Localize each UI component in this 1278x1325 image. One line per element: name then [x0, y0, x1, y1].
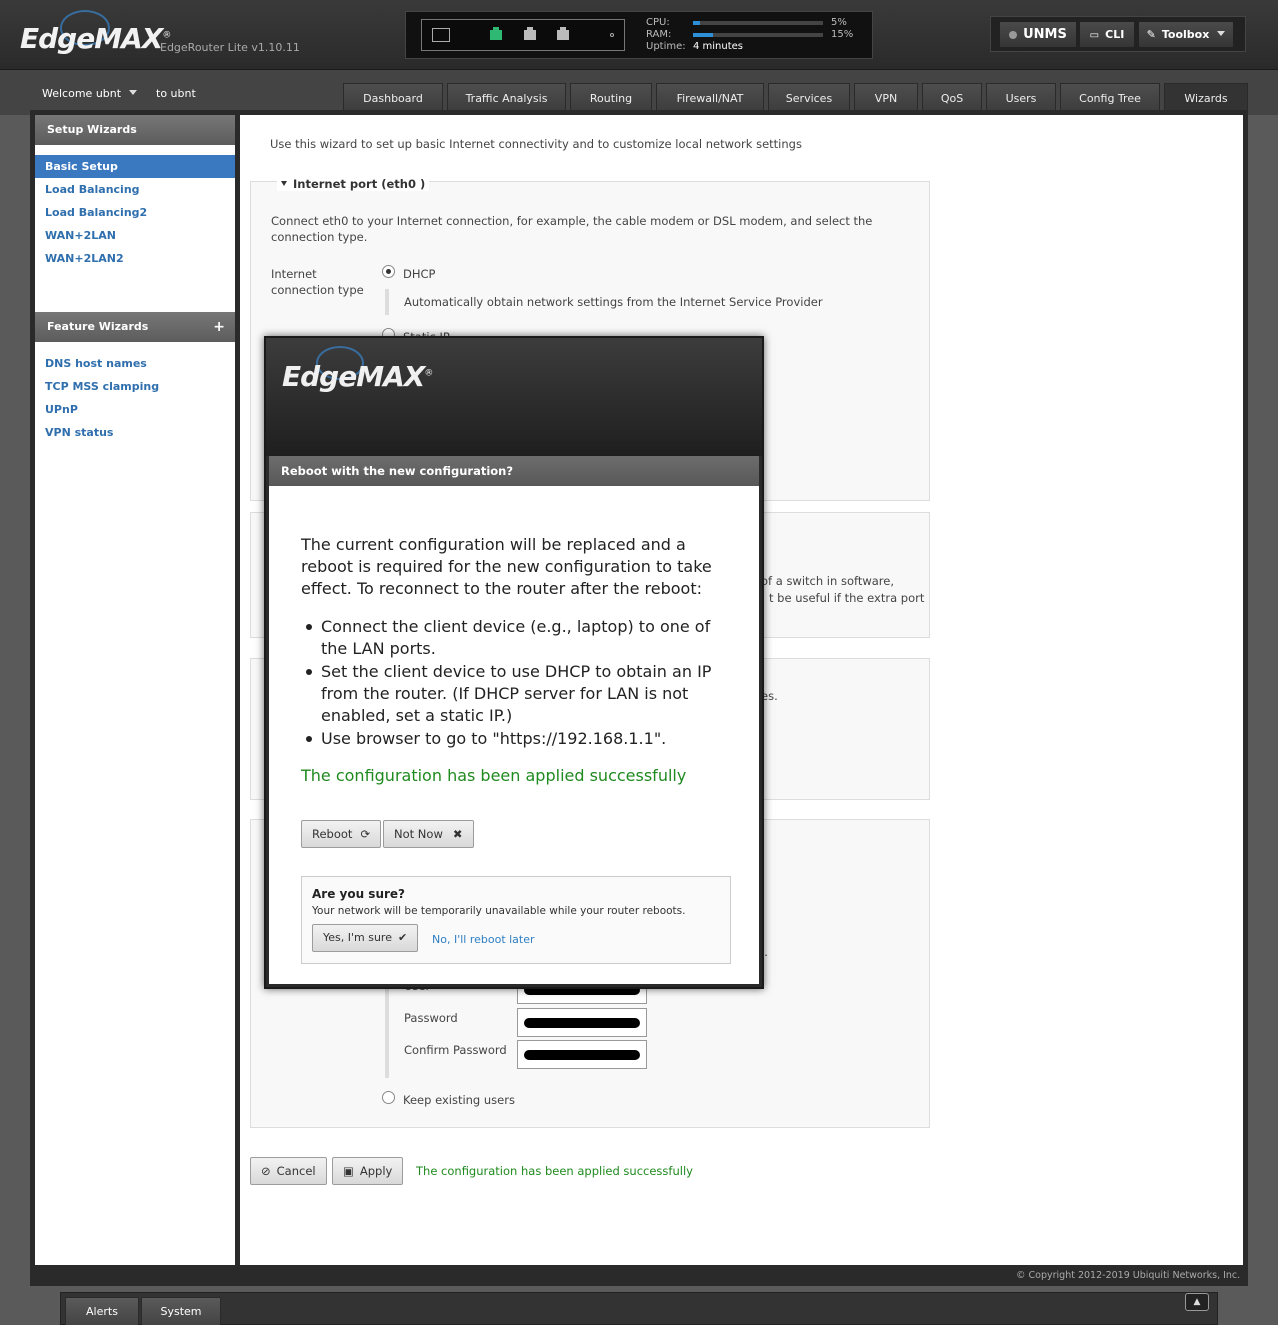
- unms-button[interactable]: UNMS: [999, 21, 1077, 48]
- sidebar-item-wan-2lan2[interactable]: WAN+2LAN2: [35, 247, 235, 270]
- save-icon: ▣: [343, 1164, 354, 1178]
- cpu-percent: 5%: [831, 17, 847, 28]
- cpu-bar-fill: [693, 21, 700, 25]
- wizard-intro: Use this wizard to set up basic Internet…: [270, 137, 802, 151]
- confirm-subtitle: Your network will be temporarily unavail…: [312, 905, 686, 917]
- sidebar-item-dns-host-names[interactable]: DNS host names: [35, 352, 235, 375]
- redacted-value: [524, 1050, 640, 1060]
- sidebar-item-basic-setup[interactable]: Basic Setup: [35, 155, 235, 178]
- alerts-tab[interactable]: Alerts: [65, 1297, 139, 1325]
- dhcp-radio[interactable]: [382, 265, 395, 278]
- plus-icon[interactable]: +: [213, 312, 225, 342]
- confirm-box: Are you sure? Your network will be tempo…: [301, 876, 731, 964]
- cpu-label: CPU:: [646, 17, 670, 28]
- sidebar-item-upnp[interactable]: UPnP: [35, 398, 235, 421]
- internet-port-description: Connect eth0 to your Internet connection…: [271, 214, 873, 244]
- reconnect-steps: Connect the client device (e.g., laptop)…: [301, 616, 741, 751]
- chevron-down-icon: [129, 90, 138, 95]
- sidebar-item-load-balancing[interactable]: Load Balancing: [35, 178, 235, 201]
- ram-label: RAM:: [646, 29, 672, 40]
- copyright: © Copyright 2012-2019 Ubiquiti Networks,…: [1016, 1270, 1241, 1281]
- modal-logo: EdgeMAX®: [282, 360, 433, 393]
- list-item: Set the client device to use DHCP to obt…: [301, 661, 741, 727]
- password-field[interactable]: [517, 1008, 647, 1037]
- console-port-icon[interactable]: [432, 28, 450, 42]
- terminal-icon: ▭: [1089, 30, 1100, 41]
- close-icon: ✖: [452, 827, 463, 841]
- welcome-menu[interactable]: Welcome ubnt: [42, 87, 138, 100]
- eth2-port-icon[interactable]: [557, 27, 569, 40]
- cli-button[interactable]: ▭ CLI: [1079, 21, 1135, 48]
- ram-bar: [693, 33, 823, 37]
- list-item: Use browser to go to "https://192.168.1.…: [301, 728, 741, 750]
- switch-text-line1: of a switch in software,: [761, 574, 894, 588]
- uptime-label: Uptime:: [646, 41, 686, 52]
- modal-paragraph: The current configuration will be replac…: [301, 535, 712, 598]
- confirm-password-field[interactable]: [517, 1040, 647, 1069]
- refresh-icon: ⟳: [360, 827, 371, 841]
- unms-status-icon: [1009, 31, 1018, 39]
- feature-wizards-header: Feature Wizards +: [35, 312, 235, 342]
- dhcp-detail-bar: [385, 289, 389, 315]
- reset-icon: [610, 33, 614, 37]
- system-status-panel: CPU: 5% RAM: 15% Uptime: 4 minutes: [405, 11, 873, 59]
- confirm-password-label: Confirm Password: [404, 1043, 507, 1057]
- chevron-down-icon: [1217, 31, 1226, 36]
- ports-graphic: [421, 19, 625, 51]
- edgemax-logo[interactable]: EdgeMAX®: [20, 22, 171, 55]
- reboot-button[interactable]: Reboot ⟳: [301, 820, 382, 848]
- system-tab[interactable]: System: [141, 1297, 221, 1325]
- wizard-status: The configuration has been applied succe…: [416, 1164, 693, 1178]
- switch-text-line2: t be useful if the extra port: [769, 591, 925, 605]
- internet-port-legend[interactable]: Internet port (eth0 ): [277, 177, 430, 191]
- dhcp-description: Automatically obtain network settings fr…: [404, 295, 823, 309]
- cancel-icon: ⊘: [261, 1164, 271, 1178]
- redacted-value: [524, 1018, 640, 1028]
- keep-users-radio[interactable]: [382, 1091, 395, 1104]
- modal-body: The current configuration will be replac…: [269, 486, 759, 984]
- confirm-title: Are you sure?: [312, 887, 406, 901]
- wrench-icon: ✎: [1146, 28, 1156, 41]
- model-version: EdgeRouter Lite v1.10.11: [160, 41, 300, 54]
- eth1-port-icon[interactable]: [524, 27, 536, 40]
- sidebar-item-load-balancing2[interactable]: Load Balancing2: [35, 201, 235, 224]
- eth0-port-icon[interactable]: [490, 27, 502, 40]
- cpu-bar: [693, 21, 823, 25]
- dhcp-label: DHCP: [403, 267, 436, 281]
- modal-title: Reboot with the new configuration?: [269, 456, 759, 486]
- setup-wizards-header: Setup Wizards: [35, 115, 235, 145]
- reboot-dialog: EdgeMAX® Reboot with the new configurati…: [264, 336, 764, 989]
- tools-bar: UNMS ▭ CLI ✎ Toolbox: [990, 16, 1246, 52]
- sidebar-item-wan-2lan[interactable]: WAN+2LAN: [35, 224, 235, 247]
- connection-type-label: Internet connection type: [271, 267, 364, 297]
- sidebar-item-vpn-status[interactable]: VPN status: [35, 421, 235, 444]
- modal-header: EdgeMAX®: [266, 338, 762, 456]
- uptime-value: 4 minutes: [693, 41, 744, 52]
- list-item: Connect the client device (e.g., laptop)…: [301, 616, 741, 660]
- modal-status: The configuration has been applied succe…: [301, 766, 687, 785]
- ram-percent: 15%: [831, 29, 854, 40]
- to-user-text: to ubnt: [156, 87, 196, 100]
- chevron-up-icon[interactable]: ▲: [1185, 1293, 1209, 1311]
- yes-im-sure-button[interactable]: Yes, I'm sure ✔: [312, 924, 419, 952]
- sidebar-item-tcp-mss-clamping[interactable]: TCP MSS clamping: [35, 375, 235, 398]
- bottom-bar: Alerts System ▲: [60, 1292, 1218, 1325]
- ram-bar-fill: [693, 33, 713, 37]
- toolbox-button[interactable]: ✎ Toolbox: [1138, 21, 1234, 48]
- sidebar: Setup Wizards Basic Setup Load Balancing…: [35, 115, 235, 1265]
- reboot-later-link[interactable]: No, I'll reboot later: [432, 933, 535, 946]
- header: EdgeMAX® EdgeRouter Lite v1.10.11 CPU: 5…: [0, 0, 1278, 70]
- keep-users-label: Keep existing users: [403, 1093, 515, 1107]
- checkmark-icon: ✔: [397, 931, 408, 944]
- top-nav: Welcome ubnt to ubnt Dashboard Traffic A…: [0, 70, 1278, 115]
- cancel-button[interactable]: ⊘ Cancel: [250, 1157, 327, 1185]
- apply-button[interactable]: ▣ Apply: [332, 1157, 404, 1185]
- password-label: Password: [404, 1011, 458, 1025]
- not-now-button[interactable]: Not Now ✖: [383, 820, 474, 848]
